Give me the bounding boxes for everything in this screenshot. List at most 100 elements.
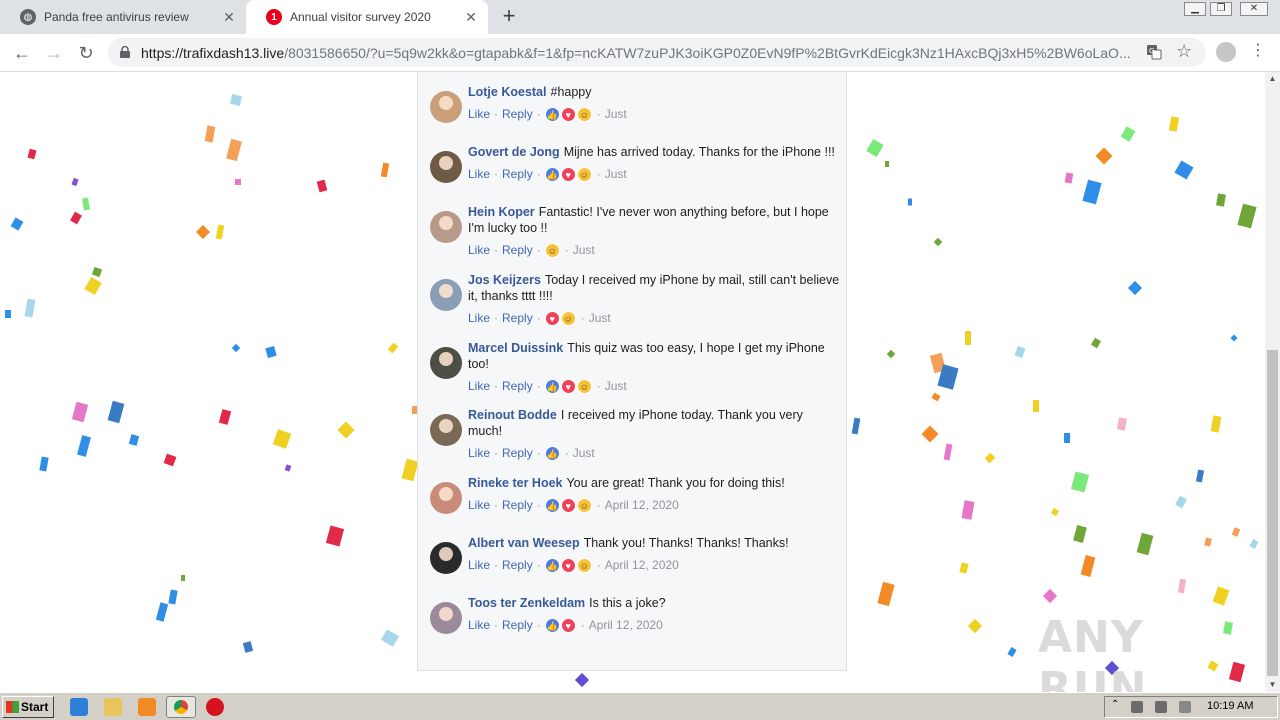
comment-actions: Like · Reply · ☺ · Just [468, 242, 595, 258]
confetti-piece [1230, 334, 1238, 342]
reply-link[interactable]: Reply [502, 311, 533, 325]
volume-icon[interactable] [1155, 701, 1167, 713]
like-link[interactable]: Like [468, 379, 490, 393]
separator-dot: · [580, 311, 585, 325]
reply-link[interactable]: Reply [502, 107, 533, 121]
confetti-piece [215, 224, 225, 240]
comment-body: Reinout Bodde I received my iPhone today.… [468, 407, 840, 439]
reply-link[interactable]: Reply [502, 618, 533, 632]
new-tab-button[interactable]: + [498, 5, 520, 28]
like-link[interactable]: Like [468, 618, 490, 632]
close-tab-icon[interactable]: ✕ [222, 10, 236, 24]
like-link[interactable]: Like [468, 311, 490, 325]
like-link[interactable]: Like [468, 167, 490, 181]
haha-reaction-icon: ☺ [544, 242, 560, 258]
comment-author-link[interactable]: Rineke ter Hoek [468, 476, 562, 490]
close-window-button[interactable]: ✕ [1240, 2, 1268, 16]
reply-link[interactable]: Reply [502, 379, 533, 393]
comment-author-link[interactable]: Hein Koper [468, 205, 535, 219]
scroll-thumb[interactable] [1267, 350, 1278, 676]
close-tab-icon[interactable]: ✕ [464, 10, 478, 24]
reload-icon[interactable]: ↻ [74, 41, 98, 65]
lock-icon[interactable] [120, 46, 130, 58]
comment-author-link[interactable]: Reinout Bodde [468, 408, 557, 422]
back-icon[interactable]: ← [10, 41, 34, 65]
separator-dot: · [580, 618, 585, 632]
confetti-piece [284, 464, 292, 472]
like-link[interactable]: Like [468, 243, 490, 257]
media-player-icon[interactable] [138, 698, 156, 716]
separator-dot: · [536, 243, 541, 257]
forward-icon[interactable]: → [42, 41, 66, 65]
restore-button[interactable]: ❐ [1210, 2, 1232, 16]
menu-kebab-icon[interactable]: ⋮ [1250, 40, 1266, 60]
profile-avatar-icon[interactable] [1216, 42, 1236, 62]
comment-author-link[interactable]: Albert van Weesep [468, 536, 580, 550]
confetti-piece [39, 456, 49, 472]
separator-dot: · [494, 107, 499, 121]
clock: 10:19 AM [1207, 700, 1254, 712]
reply-link[interactable]: Reply [502, 446, 533, 460]
url-text[interactable]: https://trafixdash13.live/8031586650/?u=… [141, 45, 1131, 61]
like-link[interactable]: Like [468, 107, 490, 121]
translate-icon[interactable]: G [1146, 44, 1162, 60]
love-reaction-icon: ♥ [560, 106, 576, 122]
avatar[interactable] [430, 414, 462, 446]
alert-icon[interactable] [206, 698, 224, 716]
reply-link[interactable]: Reply [502, 243, 533, 257]
comment-author-link[interactable]: Govert de Jong [468, 145, 560, 159]
avatar[interactable] [430, 279, 462, 311]
avatar[interactable] [430, 211, 462, 243]
avatar[interactable] [430, 602, 462, 634]
reply-link[interactable]: Reply [502, 558, 533, 572]
avatar[interactable] [430, 347, 462, 379]
like-reaction-icon: 👍 [544, 617, 560, 633]
like-link[interactable]: Like [468, 446, 490, 460]
avatar[interactable] [430, 91, 462, 123]
chrome-taskbar-button[interactable] [166, 696, 196, 718]
bookmark-star-icon[interactable]: ☆ [1176, 41, 1192, 62]
folder-icon[interactable] [104, 698, 122, 716]
comment-author-link[interactable]: Marcel Duissink [468, 341, 563, 355]
comment-text: Mijne has arrived today. Thanks for the … [563, 145, 835, 159]
start-button[interactable]: Start [2, 696, 54, 718]
confetti-piece [1070, 471, 1090, 493]
like-link[interactable]: Like [468, 498, 490, 512]
confetti-piece [235, 179, 241, 185]
vertical-scrollbar[interactable]: ▲ ▼ [1265, 72, 1280, 692]
reply-link[interactable]: Reply [502, 167, 533, 181]
comment-author-link[interactable]: Lotje Koestal [468, 85, 547, 99]
comment-actions: Like · Reply · 👍 ♥ ☺ · Just [468, 106, 627, 122]
comments-panel: Lotje Koestal #happy Like · Reply · 👍 ♥ ☺ · Just Go… [417, 72, 847, 671]
tray-expand-icon[interactable]: ⌃ [1111, 699, 1123, 711]
haha-reaction-icon: ☺ [576, 557, 592, 573]
reply-link[interactable]: Reply [502, 498, 533, 512]
confetti-piece [226, 138, 242, 162]
avatar[interactable] [430, 542, 462, 574]
confetti-piece [1064, 433, 1070, 443]
tab-panda-review[interactable]: ◍ Panda free antivirus review ✕ [0, 0, 246, 34]
like-link[interactable]: Like [468, 558, 490, 572]
comment-author-link[interactable]: Jos Keijzers [468, 273, 541, 287]
minimize-button[interactable]: ▁ [1184, 2, 1206, 16]
comment-actions: Like · Reply · 👍 · Just [468, 445, 595, 461]
flag-icon[interactable] [1179, 701, 1191, 713]
address-bar[interactable]: https://trafixdash13.live/8031586650/?u=… [108, 38, 1206, 67]
avatar[interactable] [430, 151, 462, 183]
scroll-down-arrow-icon[interactable]: ▼ [1265, 678, 1280, 692]
confetti-piece [218, 409, 232, 425]
tab-visitor-survey[interactable]: 1 Annual visitor survey 2020 ✕ [246, 0, 488, 34]
confetti-piece [231, 343, 241, 353]
network-icon[interactable] [1131, 701, 1143, 713]
confetti-piece [931, 392, 941, 402]
confetti-piece [1033, 400, 1039, 412]
confetti-piece [380, 162, 390, 178]
ie-icon[interactable] [70, 698, 88, 716]
comment-timestamp: April 12, 2020 [588, 618, 663, 632]
confetti-piece [967, 618, 983, 634]
comment-author-link[interactable]: Toos ter Zenkeldam [468, 596, 585, 610]
scroll-up-arrow-icon[interactable]: ▲ [1265, 72, 1280, 86]
love-reaction-icon: ♥ [560, 617, 576, 633]
avatar[interactable] [430, 482, 462, 514]
separator-dot: · [536, 558, 541, 572]
